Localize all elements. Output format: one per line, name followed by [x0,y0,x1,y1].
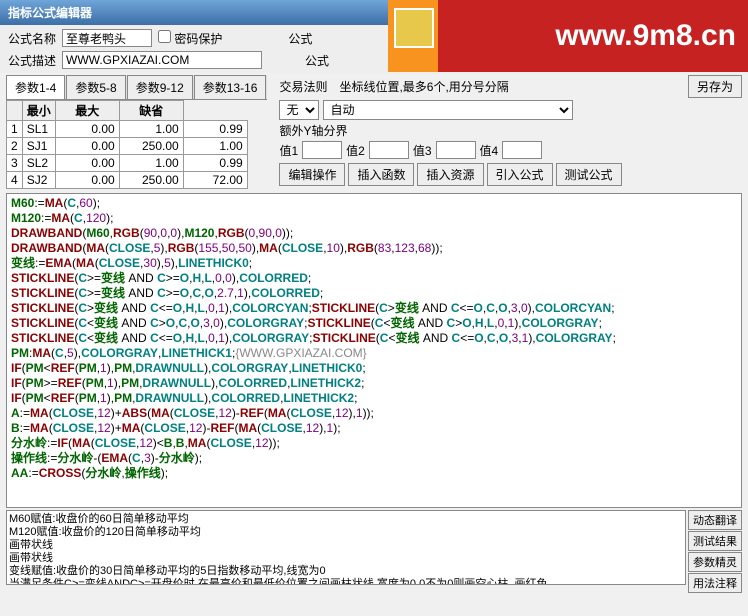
logo-icon [394,8,434,48]
min-input[interactable] [60,122,115,136]
desc-input[interactable] [62,51,262,69]
action-btn-3[interactable]: 引入公式 [487,163,553,186]
max-input[interactable] [124,122,179,136]
rule-select[interactable]: 无 [279,100,319,120]
coord-label: 坐标线位置,最多6个,用分号分隔 [339,78,508,95]
explain-box: M60赋值:收盘价的60日简单移动平均 M120赋值:收盘价的120日简单移动平… [6,510,686,585]
value3-input[interactable] [436,141,476,159]
param-row: 3SL2 [7,155,248,172]
min-input[interactable] [60,173,115,187]
def-input[interactable] [188,156,243,170]
watermark: www.9m8.cn [388,0,748,72]
tab-1[interactable]: 参数5-8 [66,75,125,99]
side-btn-0[interactable]: 动态翻译 [688,510,742,530]
side-label-1: 公式 [288,30,312,47]
desc-label: 公式描述 [8,52,56,69]
name-label: 公式名称 [8,30,56,47]
action-btn-0[interactable]: 编辑操作 [279,163,345,186]
min-input[interactable] [60,156,115,170]
def-input[interactable] [188,139,243,153]
saveas-button[interactable]: 另存为 [688,75,742,98]
side-label-2: 公式 [305,52,329,69]
tab-3[interactable]: 参数13-16 [194,75,267,99]
value1-input[interactable] [302,141,342,159]
param-row: 1SL1 [7,121,248,138]
max-input[interactable] [124,156,179,170]
yaxis-label: 额外Y轴分界 [279,122,347,139]
param-tabs: 参数1-4参数5-8参数9-12参数13-16 [6,75,267,100]
tab-0[interactable]: 参数1-4 [6,75,65,99]
side-btn-3[interactable]: 用法注释 [688,573,742,593]
coord-select[interactable]: 自动 [323,100,573,120]
name-input[interactable] [62,29,152,47]
param-table: 最小最大缺省 1SL12SJ13SL24SJ2 [6,100,248,189]
def-input[interactable] [188,173,243,187]
action-btn-2[interactable]: 插入资源 [417,163,483,186]
value2-input[interactable] [369,141,409,159]
value4-input[interactable] [502,141,542,159]
def-input[interactable] [188,122,243,136]
min-input[interactable] [60,139,115,153]
side-btn-2[interactable]: 参数精灵 [688,552,742,572]
action-btn-4[interactable]: 测试公式 [556,163,622,186]
rule-label: 交易法则 [279,78,327,95]
max-input[interactable] [124,173,179,187]
pwd-checkbox[interactable]: 密码保护 [158,30,222,47]
max-input[interactable] [124,139,179,153]
tab-2[interactable]: 参数9-12 [127,75,193,99]
param-row: 4SJ2 [7,172,248,189]
action-btn-1[interactable]: 插入函数 [348,163,414,186]
param-row: 2SJ1 [7,138,248,155]
code-editor[interactable]: M60:=MA(C,60);M120:=MA(C,120);DRAWBAND(M… [6,193,742,508]
side-btn-1[interactable]: 测试结果 [688,531,742,551]
